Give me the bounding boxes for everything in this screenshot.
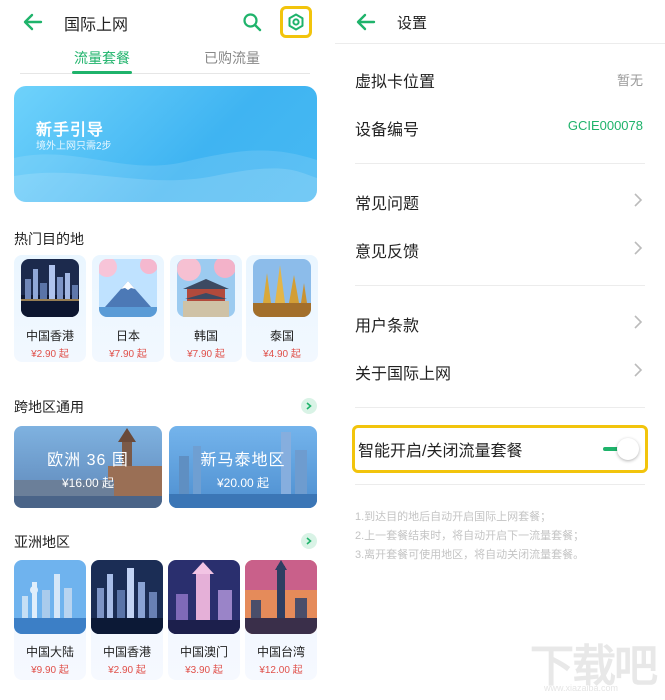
guide-banner[interactable]: 新手引导 境外上网只需2步 xyxy=(14,86,317,202)
asia-region-title: 亚洲地区 xyxy=(14,534,70,550)
row-label: 设备编号 xyxy=(355,122,420,139)
tab-purchased-data[interactable]: 已购流量 xyxy=(204,48,260,68)
settings-page: 设置 虚拟卡位置 暂无 设备编号 GCIE000078 常见问题 意见反馈 用户… xyxy=(335,0,665,700)
note-line: 2.上一套餐结束时，将自动开启下一流量套餐； xyxy=(355,530,585,542)
search-icon[interactable] xyxy=(241,11,263,33)
divider xyxy=(355,407,645,408)
region-name: 欧洲 36 国 xyxy=(47,452,129,469)
japan-image xyxy=(99,259,157,317)
region-price: ¥20.00 起 xyxy=(216,476,270,490)
dest-name: 韩国 xyxy=(193,329,218,343)
divider xyxy=(355,484,645,485)
dest-card-japan[interactable]: 日本 ¥7.90 起 xyxy=(92,255,164,362)
asia-price: ¥3.90 起 xyxy=(185,665,223,676)
chevron-right-icon xyxy=(634,193,643,207)
hongkong-image xyxy=(21,259,79,317)
row-label: 意见反馈 xyxy=(355,244,420,261)
row-label: 虚拟卡位置 xyxy=(355,74,436,91)
smart-switch-row: 智能开启/关闭流量套餐 xyxy=(352,425,648,473)
settings-title: 设置 xyxy=(397,15,428,32)
chevron-right-icon xyxy=(634,241,643,255)
dest-card-hongkong[interactable]: 中国香港 ¥2.90 起 xyxy=(14,255,86,362)
cross-region-title: 跨地区通用 xyxy=(14,399,84,415)
dest-card-thailand[interactable]: 泰国 ¥4.90 起 xyxy=(246,255,318,362)
watermark-url: www.xiazaiba.com xyxy=(544,683,619,693)
banner-subtitle: 境外上网只需2步 xyxy=(36,141,112,152)
smart-switch-notes: 1.到达目的地后自动开启国际上网套餐； 2.上一套餐结束时，将自动开启下一流量套… xyxy=(355,508,650,565)
tab-bar: 流量套餐 已购流量 xyxy=(20,44,310,74)
chevron-right-icon xyxy=(634,315,643,329)
dest-price: ¥4.90 起 xyxy=(263,349,301,360)
asia-card-mainland[interactable]: 中国大陆 ¥9.90 起 xyxy=(14,560,86,680)
divider xyxy=(355,163,645,164)
about-row[interactable]: 关于国际上网 xyxy=(355,350,645,390)
row-value: 暂无 xyxy=(616,73,643,88)
gear-icon xyxy=(288,13,304,31)
asia-name: 中国香港 xyxy=(102,645,151,659)
dest-price: ¥7.90 起 xyxy=(109,349,147,360)
smart-switch-label: 智能开启/关闭流量套餐 xyxy=(358,443,523,460)
region-price: ¥16.00 起 xyxy=(61,476,115,490)
dest-price: ¥7.90 起 xyxy=(187,349,225,360)
device-number-value: GCIE000078 xyxy=(567,118,643,133)
feedback-row[interactable]: 意见反馈 xyxy=(355,228,645,268)
region-name: 新马泰地区 xyxy=(200,452,286,469)
asia-price: ¥9.90 起 xyxy=(31,665,69,676)
active-tab-indicator xyxy=(72,71,132,74)
watermark-logo: 下载吧 www.xiazaiba.com xyxy=(530,630,660,696)
asia-price: ¥2.90 起 xyxy=(108,665,146,676)
dest-name: 中国香港 xyxy=(25,329,74,343)
tab-data-plans[interactable]: 流量套餐 xyxy=(74,48,130,68)
dest-price: ¥2.90 起 xyxy=(31,349,69,360)
korea-image xyxy=(177,259,235,317)
user-terms-row[interactable]: 用户条款 xyxy=(355,302,645,342)
hot-destinations-title: 热门目的地 xyxy=(14,231,84,247)
asia-card-macau[interactable]: 中国澳门 ¥3.90 起 xyxy=(168,560,240,680)
region-card-sg-my-th[interactable]: 新马泰地区 ¥20.00 起 xyxy=(169,426,317,508)
page-title: 国际上网 xyxy=(64,17,129,34)
hongkong-image xyxy=(91,560,163,634)
smart-switch-toggle[interactable] xyxy=(603,438,639,460)
top-bar: 国际上网 xyxy=(0,0,330,44)
row-label: 关于国际上网 xyxy=(355,366,452,383)
asia-price: ¥12.00 起 xyxy=(259,665,303,676)
note-line: 1.到达目的地后自动开启国际上网套餐； xyxy=(355,511,552,523)
asia-name: 中国澳门 xyxy=(179,645,228,659)
chevron-right-icon xyxy=(634,363,643,377)
divider xyxy=(355,285,645,286)
region-card-europe[interactable]: 欧洲 36 国 ¥16.00 起 xyxy=(14,426,162,508)
back-arrow-icon[interactable] xyxy=(22,11,44,33)
dest-card-korea[interactable]: 韩国 ¥7.90 起 xyxy=(170,255,242,362)
macau-image xyxy=(168,560,240,634)
chevron-right-icon xyxy=(306,537,312,545)
toggle-knob xyxy=(617,438,639,460)
asia-card-taiwan[interactable]: 中国台湾 ¥12.00 起 xyxy=(245,560,317,680)
thailand-image xyxy=(253,259,311,317)
note-line: 3.离开套餐可使用地区，将自动关闭流量套餐。 xyxy=(355,549,585,561)
taiwan-image xyxy=(245,560,317,634)
mainland-image xyxy=(14,560,86,634)
chevron-right-icon xyxy=(306,402,312,410)
row-label: 常见问题 xyxy=(355,196,420,213)
faq-row[interactable]: 常见问题 xyxy=(355,180,645,220)
intl-internet-page: 国际上网 流量套餐 已购流量 新手引导 境外上网只需2步 热门目的地 中国香港 … xyxy=(0,0,330,700)
row-label: 用户条款 xyxy=(355,318,420,335)
device-number-row: 设备编号 GCIE000078 xyxy=(355,106,645,146)
asia-name: 中国台湾 xyxy=(256,645,305,659)
asia-card-hongkong[interactable]: 中国香港 ¥2.90 起 xyxy=(91,560,163,680)
asia-region-more-button[interactable] xyxy=(301,533,317,549)
settings-top-bar: 设置 xyxy=(335,0,665,44)
settings-button[interactable] xyxy=(280,6,312,38)
dest-name: 泰国 xyxy=(269,329,294,343)
dest-name: 日本 xyxy=(115,329,140,343)
back-arrow-icon[interactable] xyxy=(355,11,377,33)
asia-name: 中国大陆 xyxy=(25,645,74,659)
cross-region-more-button[interactable] xyxy=(301,398,317,414)
virtual-card-location-row[interactable]: 虚拟卡位置 暂无 xyxy=(355,58,645,98)
